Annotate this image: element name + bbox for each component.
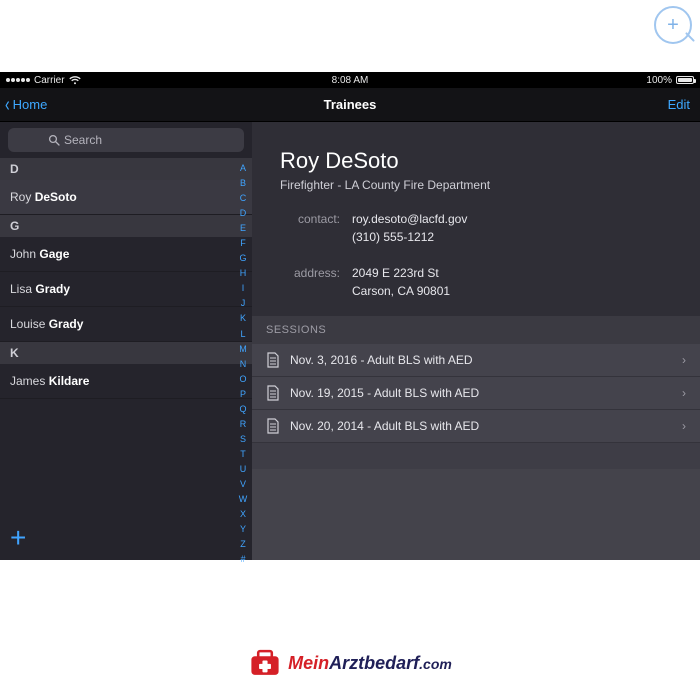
edit-button[interactable]: Edit (668, 97, 700, 112)
sessions-spacer (252, 443, 700, 469)
watermark-mein: Mein (288, 653, 329, 673)
index-letter[interactable]: R (236, 418, 250, 431)
index-letter[interactable]: S (236, 433, 250, 446)
signal-icon (6, 78, 30, 82)
detail-empty-area (252, 469, 700, 560)
session-row[interactable]: Nov. 3, 2016 - Adult BLS with AED › (252, 344, 700, 377)
session-label: Nov. 20, 2014 - Adult BLS with AED (290, 419, 479, 433)
session-row[interactable]: Nov. 20, 2014 - Adult BLS with AED › (252, 410, 700, 443)
battery-icon (676, 76, 694, 84)
plus-icon: + (667, 14, 679, 37)
section-header: G (0, 215, 252, 237)
index-letter[interactable]: K (236, 312, 250, 325)
index-letter[interactable]: M (236, 343, 250, 356)
index-letter[interactable]: B (236, 177, 250, 190)
index-letter[interactable]: H (236, 267, 250, 280)
plus-icon: + (10, 522, 26, 553)
back-label: Home (13, 97, 48, 112)
session-label: Nov. 19, 2015 - Adult BLS with AED (290, 386, 479, 400)
document-icon (266, 352, 280, 368)
index-letter[interactable]: C (236, 192, 250, 205)
contact-email: roy.desoto@lacfd.gov (352, 212, 672, 226)
sidebar: Search ABCDEFGHIJKLMNOPQRSTUVWXYZ# DRoy … (0, 122, 252, 560)
chevron-right-icon: › (682, 386, 686, 400)
list-item[interactable]: Louise Grady (0, 307, 252, 342)
watermark: MeinArztbedarf.com (0, 646, 700, 680)
address-line1: 2049 E 223rd St (352, 266, 672, 280)
index-letter[interactable]: T (236, 448, 250, 461)
list-item[interactable]: James Kildare (0, 364, 252, 399)
search-icon (48, 134, 60, 146)
section-header: K (0, 342, 252, 364)
zoom-lens[interactable]: + (654, 6, 692, 44)
chevron-left-icon: ‹ (5, 95, 10, 115)
alpha-index[interactable]: ABCDEFGHIJKLMNOPQRSTUVWXYZ# (236, 162, 250, 550)
device-frame: Carrier 8:08 AM 100% ‹ Home Trainees Edi… (0, 72, 700, 560)
address-line2: Carson, CA 90801 (352, 284, 672, 298)
detail-panel: Roy DeSoto Firefighter - LA County Fire … (252, 122, 700, 560)
trainee-name: Roy DeSoto (280, 148, 672, 174)
search-input[interactable]: Search (8, 128, 244, 152)
watermark-com: .com (419, 656, 452, 672)
status-bar: Carrier 8:08 AM 100% (0, 72, 700, 88)
sessions-header: SESSIONS (252, 316, 700, 344)
index-letter[interactable]: N (236, 358, 250, 371)
carrier-label: Carrier (34, 75, 65, 86)
list-item[interactable]: Lisa Grady (0, 272, 252, 307)
page-title: Trainees (0, 97, 700, 112)
index-letter[interactable]: J (236, 297, 250, 310)
index-letter[interactable]: L (236, 328, 250, 341)
index-letter[interactable]: X (236, 508, 250, 521)
navigation-bar: ‹ Home Trainees Edit (0, 88, 700, 122)
index-letter[interactable]: Z (236, 538, 250, 551)
index-letter[interactable]: V (236, 478, 250, 491)
battery-percent: 100% (646, 75, 672, 86)
index-letter[interactable]: O (236, 373, 250, 386)
trainee-subtitle: Firefighter - LA County Fire Department (280, 178, 672, 192)
index-letter[interactable]: I (236, 282, 250, 295)
index-letter[interactable]: G (236, 252, 250, 265)
list-item[interactable]: John Gage (0, 237, 252, 272)
document-icon (266, 385, 280, 401)
contact-phone: (310) 555-1212 (352, 230, 672, 244)
index-letter[interactable]: # (236, 553, 250, 566)
address-label: address: (280, 266, 340, 280)
clock: 8:08 AM (235, 75, 464, 86)
index-letter[interactable]: W (236, 493, 250, 506)
search-placeholder: Search (64, 133, 102, 147)
medkit-icon (248, 646, 282, 680)
contacts-list: DRoy DeSotoGJohn GageLisa GradyLouise Gr… (0, 158, 252, 518)
index-letter[interactable]: Y (236, 523, 250, 536)
session-row[interactable]: Nov. 19, 2015 - Adult BLS with AED › (252, 377, 700, 410)
index-letter[interactable]: U (236, 463, 250, 476)
document-icon (266, 418, 280, 434)
contact-label: contact: (280, 212, 340, 226)
sessions-list: Nov. 3, 2016 - Adult BLS with AED›Nov. 1… (252, 344, 700, 443)
list-item[interactable]: Roy DeSoto (0, 180, 252, 215)
back-button[interactable]: ‹ Home (0, 95, 47, 115)
chevron-right-icon: › (682, 419, 686, 433)
index-letter[interactable]: Q (236, 403, 250, 416)
index-letter[interactable]: D (236, 207, 250, 220)
session-label: Nov. 3, 2016 - Adult BLS with AED (290, 353, 473, 367)
section-header: D (0, 158, 252, 180)
chevron-right-icon: › (682, 353, 686, 367)
index-letter[interactable]: P (236, 388, 250, 401)
watermark-rest: Arztbedarf (329, 653, 419, 673)
add-button[interactable]: + (0, 518, 252, 560)
index-letter[interactable]: E (236, 222, 250, 235)
wifi-icon (69, 76, 81, 85)
index-letter[interactable]: F (236, 237, 250, 250)
index-letter[interactable]: A (236, 162, 250, 175)
